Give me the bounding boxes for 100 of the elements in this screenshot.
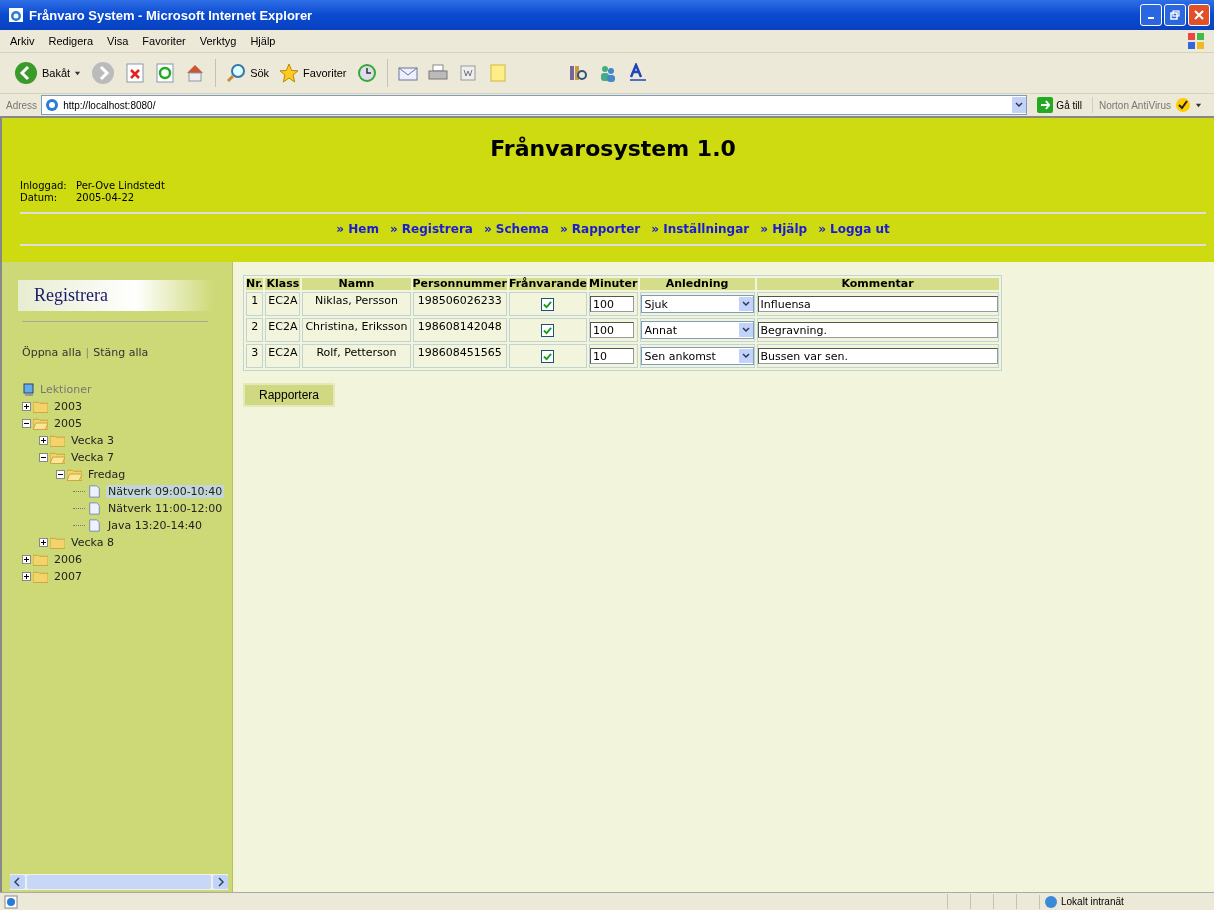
star-icon <box>279 63 300 83</box>
check-badge-icon <box>1175 97 1191 113</box>
home-icon[interactable] <box>185 63 206 83</box>
nav-link[interactable]: » Hem <box>336 222 379 236</box>
tree-item[interactable]: Nätverk 09:00-10:40 <box>106 485 225 498</box>
minimize-button[interactable] <box>1140 4 1162 26</box>
checkbox[interactable] <box>541 350 555 363</box>
address-field[interactable]: http://localhost:8080/ <box>41 95 1028 115</box>
comment-field[interactable]: Influensa <box>757 296 998 312</box>
reason-dropdown[interactable]: Sjuk <box>640 295 754 313</box>
expand-icon[interactable] <box>22 572 31 581</box>
folder-icon <box>50 536 65 549</box>
open-all-link[interactable]: Öppna alla <box>22 346 82 359</box>
norton-button[interactable]: Norton AntiVirus <box>1091 97 1208 113</box>
minutes-field[interactable]: 100 <box>590 322 634 338</box>
table-cell: Christina, Eriksson <box>302 318 411 342</box>
tree-item[interactable]: 2007 <box>52 570 84 583</box>
font-size-icon[interactable] <box>627 63 648 83</box>
nav-link[interactable]: » Schema <box>483 222 549 236</box>
date-value: 2005-04-22 <box>76 192 135 203</box>
tree-item[interactable]: 2006 <box>52 553 84 566</box>
collapse-icon[interactable] <box>39 453 48 462</box>
checkbox[interactable] <box>541 324 555 337</box>
refresh-icon[interactable] <box>155 63 176 83</box>
go-arrow-icon <box>1037 97 1054 113</box>
windows-logo-icon <box>1186 31 1206 51</box>
tree-item[interactable]: 2005 <box>52 417 84 430</box>
column-header: Minuter <box>589 278 638 290</box>
table-cell: 2 <box>246 318 264 342</box>
address-label: Adress <box>6 99 38 111</box>
search-button[interactable]: Sök <box>226 63 270 83</box>
restore-button[interactable] <box>1164 4 1186 26</box>
collapse-icon[interactable] <box>56 470 65 479</box>
restore-icon <box>1170 10 1180 20</box>
minutes-field[interactable]: 10 <box>590 348 634 364</box>
close-icon <box>1194 10 1204 20</box>
tree-item[interactable]: Vecka 8 <box>69 536 116 549</box>
document-icon[interactable] <box>457 63 478 83</box>
scroll-right-icon[interactable] <box>213 875 228 889</box>
tree-item[interactable]: Nätverk 11:00-12:00 <box>106 502 225 515</box>
zone-status: Lokalt intranät <box>1061 896 1124 907</box>
history-icon[interactable] <box>356 63 377 83</box>
table-cell: EC2A <box>265 318 301 342</box>
column-header: Anledning <box>639 278 755 290</box>
expand-icon[interactable] <box>39 436 48 445</box>
tree-item[interactable]: Java 13:20-14:40 <box>106 519 205 532</box>
checkbox[interactable] <box>541 298 555 311</box>
nav-link[interactable]: » Rapporter <box>559 222 641 236</box>
expand-icon[interactable] <box>22 555 31 564</box>
stop-icon[interactable] <box>125 63 146 83</box>
close-button[interactable] <box>1188 4 1210 26</box>
folder-icon <box>33 417 48 430</box>
minimize-icon <box>1148 17 1154 19</box>
report-button[interactable]: Rapportera <box>243 383 336 407</box>
folder-icon <box>50 451 65 464</box>
minutes-field[interactable]: 100 <box>590 296 634 312</box>
menu-item[interactable]: Hjälp <box>250 35 276 47</box>
column-header: Personnummer <box>412 278 507 290</box>
reason-dropdown[interactable]: Annat <box>640 321 754 339</box>
folder-icon <box>33 553 48 566</box>
reason-dropdown[interactable]: Sen ankomst <box>640 347 754 365</box>
sidebar-heading: Registrera <box>18 280 214 311</box>
menu-item[interactable]: Visa <box>107 35 129 47</box>
scroll-left-icon[interactable] <box>10 875 25 889</box>
date-label: Datum: <box>20 192 59 204</box>
menu-item[interactable]: Redigera <box>48 35 94 47</box>
computer-icon <box>22 382 36 397</box>
printer-icon[interactable] <box>427 63 448 83</box>
table-cell: EC2A <box>265 292 301 316</box>
menu-item[interactable]: Favoriter <box>142 35 186 47</box>
expand-icon[interactable] <box>39 538 48 547</box>
horizontal-scrollbar[interactable] <box>10 874 228 890</box>
expand-icon[interactable] <box>22 402 31 411</box>
collapse-icon[interactable] <box>22 419 31 428</box>
back-button[interactable]: Bakåt <box>14 61 82 85</box>
nav-link[interactable]: » Hjälp <box>760 222 808 236</box>
go-button[interactable]: Gå till <box>1031 97 1088 113</box>
document-icon <box>87 485 102 498</box>
column-header: Klass <box>265 278 301 290</box>
close-all-link[interactable]: Stäng alla <box>93 346 149 359</box>
nav-link[interactable]: » Inställningar <box>651 222 750 236</box>
tree-item[interactable]: Vecka 3 <box>69 434 116 447</box>
folder-icon <box>67 468 82 481</box>
research-icon[interactable] <box>567 63 588 83</box>
tree-item[interactable]: Fredag <box>86 468 128 481</box>
nav-link[interactable]: » Logga ut <box>818 222 890 236</box>
search-icon <box>226 63 247 83</box>
tree-item[interactable]: 2003 <box>52 400 84 413</box>
comment-field[interactable]: Begravning. <box>757 322 998 338</box>
favorites-button[interactable]: Favoriter <box>279 63 347 83</box>
menu-item[interactable]: Arkiv <box>10 35 35 47</box>
menu-item[interactable]: Verktyg <box>199 35 237 47</box>
document-icon <box>87 502 102 515</box>
nav-link[interactable]: » Registrera <box>389 222 473 236</box>
table-cell: 3 <box>246 344 264 368</box>
document-icon <box>87 519 102 532</box>
column-header: Frånvarande <box>508 278 587 290</box>
tree-item[interactable]: Vecka 7 <box>69 451 116 464</box>
comment-field[interactable]: Bussen var sen. <box>757 348 998 364</box>
separator: | <box>85 346 90 359</box>
